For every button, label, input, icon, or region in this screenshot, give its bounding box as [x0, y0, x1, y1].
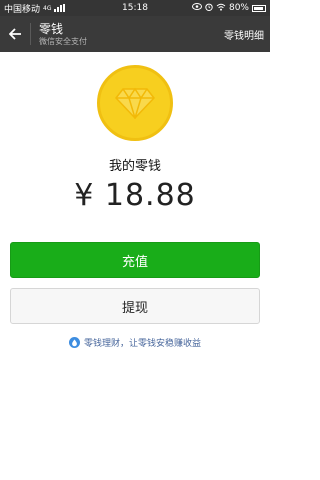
title-group: 零钱 微信安全支付 [39, 22, 87, 47]
wallet-coin [97, 65, 173, 141]
withdraw-button[interactable]: 提现 [10, 288, 260, 324]
status-left: 中国移动 4G [4, 2, 66, 15]
drop-icon [68, 337, 80, 348]
wifi-icon [216, 3, 226, 14]
page-title: 零钱 [39, 21, 64, 36]
status-right: 80% [191, 3, 266, 14]
back-arrow-icon [8, 28, 21, 40]
eye-icon [191, 3, 202, 13]
details-link[interactable]: 零钱明细 [224, 16, 264, 52]
diamond-icon [115, 87, 155, 119]
title-bar: 零钱 微信安全支付 零钱明细 [0, 16, 270, 52]
back-button[interactable] [0, 16, 30, 52]
recharge-button[interactable]: 充值 [10, 242, 260, 278]
balance-label: 我的零钱 [108, 159, 161, 174]
battery-icon [252, 4, 266, 12]
balance-amount: ¥ 18.88 [74, 178, 196, 213]
signal-icon [54, 4, 66, 12]
title-divider [30, 23, 31, 45]
battery-percent: 80% [228, 3, 249, 13]
wealth-tip-text: 零钱理财，让零钱安稳赚收益 [83, 339, 201, 349]
carrier-label: 中国移动 [4, 4, 41, 15]
alarm-icon [205, 3, 213, 14]
status-bar: 中国移动 4G 15:18 80% [0, 0, 270, 16]
page-subtitle: 微信安全支付 [39, 36, 87, 46]
network-label: 4G [43, 4, 52, 12]
wealth-tip[interactable]: 零钱理财，让零钱安稳赚收益 [0, 336, 270, 349]
